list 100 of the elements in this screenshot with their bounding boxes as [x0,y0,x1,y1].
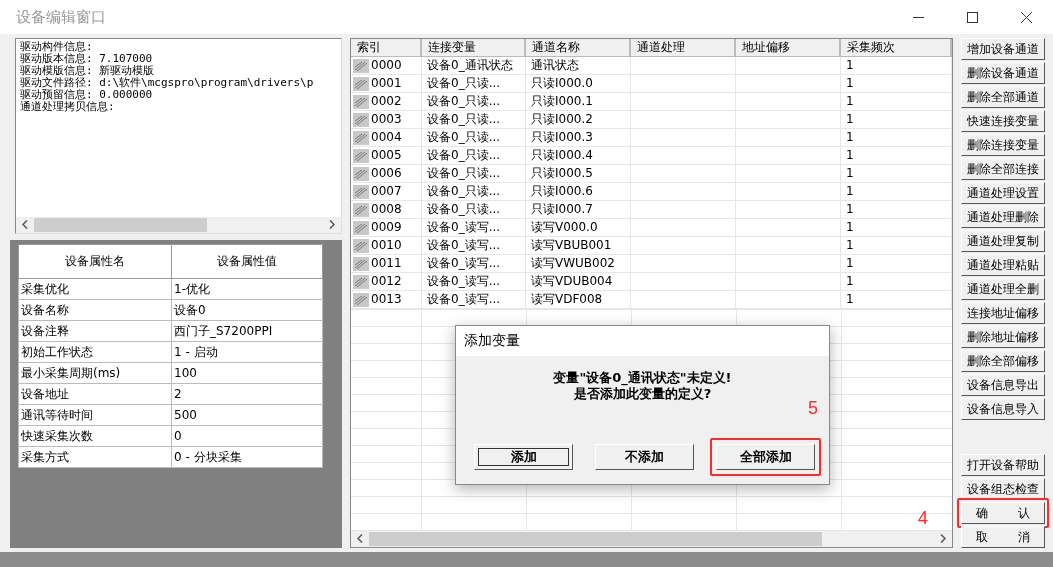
table-cell: 设备0_读写... [422,219,526,237]
table-cell[interactable]: 设备0 [171,299,323,321]
table-cell[interactable]: 西门子_S7200PPI [171,320,323,342]
table-cell: 1 [841,93,952,111]
table-cell: 设备地址 [18,383,172,405]
column-header[interactable]: 索引 [351,39,422,57]
side-button[interactable]: 通道处理复制 [961,230,1045,252]
close-icon[interactable] [1020,11,1032,23]
column-header[interactable]: 通道处理 [631,39,736,57]
table-cell: 通讯等待时间 [18,404,172,426]
column-header[interactable]: 通道名称 [526,39,631,57]
side-button[interactable]: 删除全部偏移 [961,350,1045,372]
table-cell[interactable]: 2 [171,383,323,405]
table-cell: 采集优化 [18,278,172,300]
side-button[interactable]: 快速连接变量 [961,110,1045,132]
channel-icon [353,130,369,145]
channel-icon [353,58,369,73]
table-cell: 0000 [371,57,402,74]
annotation-number: 5 [808,398,818,419]
table-cell: 采集方式 [18,446,172,468]
table-cell: 1 [841,237,952,255]
table-cell[interactable]: 1 - 启动 [171,341,323,363]
dialog-button[interactable]: 不添加 [595,444,694,470]
side-button[interactable]: 通道处理粘贴 [961,254,1045,276]
table-cell: 设备0_读写... [422,291,526,309]
table-cell: 0008 [371,201,402,218]
table-cell: 只读I000.6 [526,183,631,201]
table-cell: 0011 [371,255,402,272]
column-header[interactable]: 采集频次 [841,39,952,57]
info-line: 驱动预留信息: 0.000000 [20,89,153,101]
side-button[interactable]: 设备组态检查 [961,478,1045,500]
side-button[interactable]: 连接地址偏移 [961,302,1045,324]
table-cell: 0013 [371,291,402,308]
table-cell: 1 [841,165,952,183]
horizontal-scrollbar[interactable] [351,531,952,547]
channel-icon [353,256,369,271]
table-cell: 只读I000.4 [526,147,631,165]
dialog-button[interactable]: 添加 [474,444,573,470]
column-header[interactable]: 连接变量 [422,39,526,57]
channel-icon [353,292,369,307]
table-cell: 设备0_只读... [422,93,526,111]
window-title: 设备编辑窗口 [16,7,107,27]
table-cell: 1 [841,57,952,75]
column-header: 设备属性名 [18,244,172,279]
table-cell: 只读I000.1 [526,93,631,111]
channel-icon [353,94,369,109]
side-button[interactable]: 打开设备帮助 [961,454,1045,476]
table-cell: 1 [841,183,952,201]
table-cell: 快速采集次数 [18,425,172,447]
info-line: 驱动文件路径: d:\软件\mcgspro\program\drivers\p [20,77,315,89]
table-cell: 只读I000.5 [526,165,631,183]
side-button[interactable]: 设备信息导出 [961,374,1045,396]
table-cell: 1 [841,273,952,291]
table-cell: 只读I000.7 [526,201,631,219]
side-button[interactable]: 设备信息导入 [961,398,1045,420]
table-cell: 只读I000.2 [526,111,631,129]
table-cell: 只读I000.3 [526,129,631,147]
horizontal-scrollbar[interactable] [16,217,341,233]
dialog-button[interactable]: 全部添加 [716,444,815,470]
maximize-icon[interactable] [966,11,978,23]
side-button[interactable]: 通道处理全删 [961,278,1045,300]
table-cell[interactable]: 0 [171,425,323,447]
column-header: 设备属性值 [171,244,323,279]
channel-icon [353,202,369,217]
channel-icon [353,166,369,181]
table-cell: 设备0_只读... [422,201,526,219]
side-button[interactable]: 通道处理设置 [961,182,1045,204]
table-cell: 1 [841,255,952,273]
channel-icon [353,184,369,199]
table-cell: 设备0_读写... [422,255,526,273]
side-button[interactable]: 删除全部连接 [961,158,1045,180]
table-cell[interactable]: 500 [171,404,323,426]
table-cell: 设备名称 [18,299,172,321]
table-cell[interactable]: 1-优化 [171,278,323,300]
table-cell: 1 [841,75,952,93]
table-cell: 设备0_通讯状态 [422,57,526,75]
table-cell: 设备0_只读... [422,165,526,183]
side-button[interactable]: 取 消 [961,526,1045,548]
side-button[interactable]: 增加设备通道 [961,38,1045,60]
dialog-message: 变量"设备0_通讯状态"未定义! [553,370,732,386]
channel-icon [353,220,369,235]
side-button[interactable]: 删除设备通道 [961,62,1045,84]
table-cell: 0003 [371,111,402,128]
table-cell[interactable]: 100 [171,362,323,384]
side-button[interactable]: 删除全部通道 [961,86,1045,108]
table-cell: 只读I000.0 [526,75,631,93]
table-cell: 0002 [371,93,402,110]
dialog-message: 是否添加此变量的定义? [573,386,712,402]
minimize-icon[interactable] [912,16,924,18]
column-header[interactable]: 地址偏移 [736,39,841,57]
table-cell: 0005 [371,147,402,164]
side-button[interactable]: 删除连接变量 [961,134,1045,156]
side-button[interactable]: 确 认 [961,502,1045,524]
table-cell: 1 [841,291,952,309]
side-button[interactable]: 通道处理删除 [961,206,1045,228]
table-cell: 0007 [371,183,402,200]
side-button[interactable]: 删除地址偏移 [961,326,1045,348]
table-cell: 最小采集周期(ms) [18,362,172,384]
table-cell[interactable]: 0 - 分块采集 [171,446,323,468]
table-cell: 1 [841,129,952,147]
